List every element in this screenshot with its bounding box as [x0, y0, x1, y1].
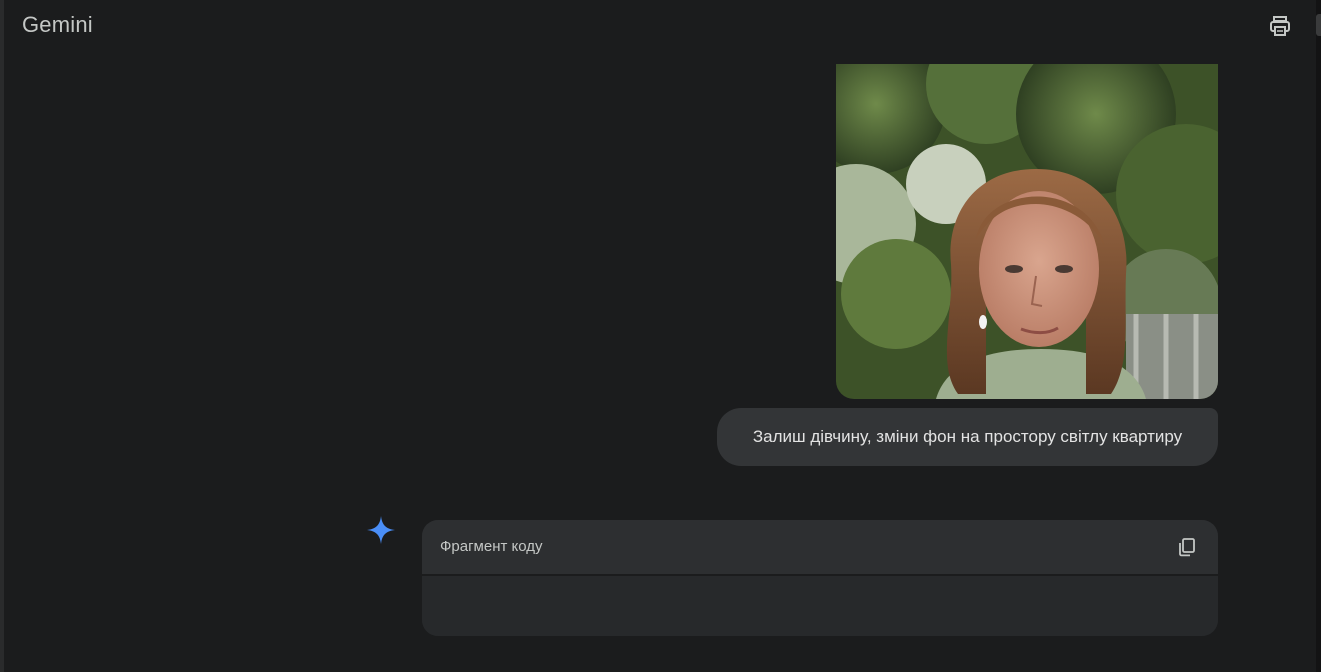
scrollbar-thumb[interactable]	[1316, 14, 1321, 36]
print-icon	[1270, 16, 1290, 36]
copy-icon	[1179, 538, 1195, 557]
scrollbar-track[interactable]	[1316, 0, 1321, 672]
user-message-bubble: Залиш дівчину, зміни фон на простору сві…	[717, 408, 1218, 466]
app-title: Gemini	[22, 12, 93, 37]
code-block-header: Фрагмент коду	[422, 520, 1218, 576]
uploaded-photo[interactable]	[836, 64, 1218, 399]
code-block-body	[422, 576, 1218, 636]
print-button[interactable]	[1266, 12, 1294, 40]
code-block: Фрагмент коду	[422, 520, 1218, 636]
code-block-label: Фрагмент коду	[440, 538, 543, 555]
left-border	[0, 0, 4, 672]
copy-code-button[interactable]	[1174, 534, 1200, 560]
gemini-spark-icon	[366, 515, 396, 545]
